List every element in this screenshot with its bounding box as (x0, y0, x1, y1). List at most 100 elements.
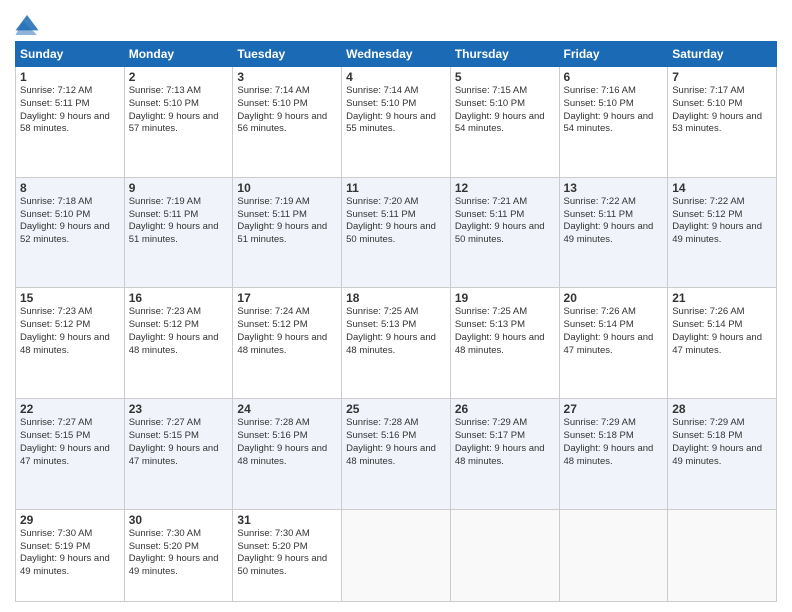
day-info: Sunrise: 7:24 AMSunset: 5:12 PMDaylight:… (237, 306, 327, 355)
calendar-week-row: 1Sunrise: 7:12 AMSunset: 5:11 PMDaylight… (16, 67, 777, 178)
day-number: 9 (129, 181, 229, 195)
day-number: 1 (20, 70, 120, 84)
day-number: 25 (346, 402, 446, 416)
day-number: 18 (346, 291, 446, 305)
day-info: Sunrise: 7:30 AMSunset: 5:19 PMDaylight:… (20, 528, 110, 577)
day-info: Sunrise: 7:25 AMSunset: 5:13 PMDaylight:… (346, 306, 436, 355)
calendar-cell: 7Sunrise: 7:17 AMSunset: 5:10 PMDaylight… (668, 67, 777, 178)
day-number: 5 (455, 70, 555, 84)
calendar-week-row: 15Sunrise: 7:23 AMSunset: 5:12 PMDayligh… (16, 288, 777, 399)
calendar-cell: 12Sunrise: 7:21 AMSunset: 5:11 PMDayligh… (450, 177, 559, 288)
calendar-cell: 13Sunrise: 7:22 AMSunset: 5:11 PMDayligh… (559, 177, 668, 288)
calendar-cell: 1Sunrise: 7:12 AMSunset: 5:11 PMDaylight… (16, 67, 125, 178)
day-info: Sunrise: 7:19 AMSunset: 5:11 PMDaylight:… (237, 196, 327, 245)
day-number: 14 (672, 181, 772, 195)
calendar-week-row: 8Sunrise: 7:18 AMSunset: 5:10 PMDaylight… (16, 177, 777, 288)
header (15, 15, 777, 35)
weekday-header-row: SundayMondayTuesdayWednesdayThursdayFrid… (16, 42, 777, 67)
calendar-cell: 24Sunrise: 7:28 AMSunset: 5:16 PMDayligh… (233, 399, 342, 510)
day-number: 15 (20, 291, 120, 305)
calendar-cell: 15Sunrise: 7:23 AMSunset: 5:12 PMDayligh… (16, 288, 125, 399)
day-number: 29 (20, 513, 120, 527)
day-number: 30 (129, 513, 229, 527)
day-info: Sunrise: 7:27 AMSunset: 5:15 PMDaylight:… (20, 417, 110, 466)
day-number: 20 (564, 291, 664, 305)
weekday-header-friday: Friday (559, 42, 668, 67)
weekday-header-thursday: Thursday (450, 42, 559, 67)
calendar-cell: 8Sunrise: 7:18 AMSunset: 5:10 PMDaylight… (16, 177, 125, 288)
day-number: 6 (564, 70, 664, 84)
day-number: 7 (672, 70, 772, 84)
day-number: 16 (129, 291, 229, 305)
day-info: Sunrise: 7:13 AMSunset: 5:10 PMDaylight:… (129, 85, 219, 134)
calendar-cell: 16Sunrise: 7:23 AMSunset: 5:12 PMDayligh… (124, 288, 233, 399)
day-number: 23 (129, 402, 229, 416)
calendar-cell: 26Sunrise: 7:29 AMSunset: 5:17 PMDayligh… (450, 399, 559, 510)
day-info: Sunrise: 7:22 AMSunset: 5:12 PMDaylight:… (672, 196, 762, 245)
logo-icon (15, 15, 39, 35)
day-info: Sunrise: 7:26 AMSunset: 5:14 PMDaylight:… (564, 306, 654, 355)
calendar-cell: 29Sunrise: 7:30 AMSunset: 5:19 PMDayligh… (16, 509, 125, 601)
calendar-cell: 18Sunrise: 7:25 AMSunset: 5:13 PMDayligh… (342, 288, 451, 399)
weekday-header-saturday: Saturday (668, 42, 777, 67)
weekday-header-monday: Monday (124, 42, 233, 67)
day-info: Sunrise: 7:28 AMSunset: 5:16 PMDaylight:… (346, 417, 436, 466)
calendar-page: SundayMondayTuesdayWednesdayThursdayFrid… (0, 0, 792, 612)
day-info: Sunrise: 7:27 AMSunset: 5:15 PMDaylight:… (129, 417, 219, 466)
calendar-cell (559, 509, 668, 601)
day-number: 28 (672, 402, 772, 416)
day-info: Sunrise: 7:30 AMSunset: 5:20 PMDaylight:… (237, 528, 327, 577)
day-number: 31 (237, 513, 337, 527)
calendar-cell: 25Sunrise: 7:28 AMSunset: 5:16 PMDayligh… (342, 399, 451, 510)
day-info: Sunrise: 7:14 AMSunset: 5:10 PMDaylight:… (237, 85, 327, 134)
calendar-cell: 19Sunrise: 7:25 AMSunset: 5:13 PMDayligh… (450, 288, 559, 399)
calendar-cell: 28Sunrise: 7:29 AMSunset: 5:18 PMDayligh… (668, 399, 777, 510)
day-info: Sunrise: 7:29 AMSunset: 5:18 PMDaylight:… (564, 417, 654, 466)
day-number: 4 (346, 70, 446, 84)
day-number: 2 (129, 70, 229, 84)
day-number: 19 (455, 291, 555, 305)
day-number: 12 (455, 181, 555, 195)
calendar-week-row: 22Sunrise: 7:27 AMSunset: 5:15 PMDayligh… (16, 399, 777, 510)
calendar-cell: 14Sunrise: 7:22 AMSunset: 5:12 PMDayligh… (668, 177, 777, 288)
day-number: 10 (237, 181, 337, 195)
calendar-cell: 11Sunrise: 7:20 AMSunset: 5:11 PMDayligh… (342, 177, 451, 288)
day-info: Sunrise: 7:23 AMSunset: 5:12 PMDaylight:… (20, 306, 110, 355)
calendar-week-row: 29Sunrise: 7:30 AMSunset: 5:19 PMDayligh… (16, 509, 777, 601)
calendar-cell: 31Sunrise: 7:30 AMSunset: 5:20 PMDayligh… (233, 509, 342, 601)
calendar-cell: 22Sunrise: 7:27 AMSunset: 5:15 PMDayligh… (16, 399, 125, 510)
day-info: Sunrise: 7:17 AMSunset: 5:10 PMDaylight:… (672, 85, 762, 134)
day-number: 13 (564, 181, 664, 195)
calendar-cell (668, 509, 777, 601)
logo (15, 15, 43, 35)
calendar-cell (342, 509, 451, 601)
calendar-cell: 5Sunrise: 7:15 AMSunset: 5:10 PMDaylight… (450, 67, 559, 178)
calendar-cell (450, 509, 559, 601)
calendar-cell: 3Sunrise: 7:14 AMSunset: 5:10 PMDaylight… (233, 67, 342, 178)
day-number: 3 (237, 70, 337, 84)
weekday-header-tuesday: Tuesday (233, 42, 342, 67)
calendar-cell: 20Sunrise: 7:26 AMSunset: 5:14 PMDayligh… (559, 288, 668, 399)
calendar-cell: 23Sunrise: 7:27 AMSunset: 5:15 PMDayligh… (124, 399, 233, 510)
calendar-cell: 17Sunrise: 7:24 AMSunset: 5:12 PMDayligh… (233, 288, 342, 399)
calendar-cell: 2Sunrise: 7:13 AMSunset: 5:10 PMDaylight… (124, 67, 233, 178)
calendar-cell: 9Sunrise: 7:19 AMSunset: 5:11 PMDaylight… (124, 177, 233, 288)
day-info: Sunrise: 7:20 AMSunset: 5:11 PMDaylight:… (346, 196, 436, 245)
day-info: Sunrise: 7:16 AMSunset: 5:10 PMDaylight:… (564, 85, 654, 134)
day-info: Sunrise: 7:21 AMSunset: 5:11 PMDaylight:… (455, 196, 545, 245)
calendar-cell: 4Sunrise: 7:14 AMSunset: 5:10 PMDaylight… (342, 67, 451, 178)
day-number: 11 (346, 181, 446, 195)
day-info: Sunrise: 7:12 AMSunset: 5:11 PMDaylight:… (20, 85, 110, 134)
day-info: Sunrise: 7:14 AMSunset: 5:10 PMDaylight:… (346, 85, 436, 134)
day-info: Sunrise: 7:25 AMSunset: 5:13 PMDaylight:… (455, 306, 545, 355)
day-number: 17 (237, 291, 337, 305)
day-number: 8 (20, 181, 120, 195)
day-number: 22 (20, 402, 120, 416)
day-number: 21 (672, 291, 772, 305)
weekday-header-wednesday: Wednesday (342, 42, 451, 67)
day-info: Sunrise: 7:19 AMSunset: 5:11 PMDaylight:… (129, 196, 219, 245)
day-number: 27 (564, 402, 664, 416)
day-info: Sunrise: 7:23 AMSunset: 5:12 PMDaylight:… (129, 306, 219, 355)
day-info: Sunrise: 7:28 AMSunset: 5:16 PMDaylight:… (237, 417, 327, 466)
day-info: Sunrise: 7:29 AMSunset: 5:17 PMDaylight:… (455, 417, 545, 466)
